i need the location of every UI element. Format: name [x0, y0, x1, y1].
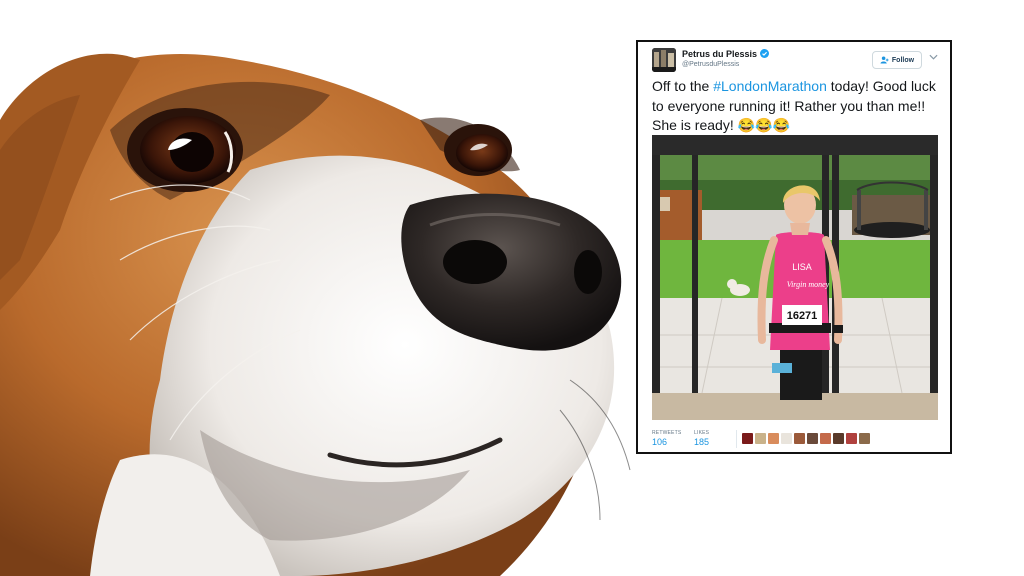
add-user-icon [880, 56, 889, 64]
tweet-body: Petrus du Plessis @PetrusduPlessis Follo… [638, 42, 950, 452]
display-name[interactable]: Petrus du Plessis [682, 49, 770, 59]
display-name-text[interactable]: Petrus du Plessis [682, 49, 757, 59]
follow-button-label: Follow [891, 56, 915, 64]
retweets-label: RETWEETS [652, 430, 682, 436]
avatar[interactable] [652, 48, 676, 72]
dog-photo [0, 53, 631, 576]
user-handle[interactable]: @PetrusduPlessis [682, 61, 739, 68]
liker-avatar[interactable] [846, 433, 857, 444]
tweet-text-before: Off to the [652, 78, 714, 94]
liker-avatar[interactable] [859, 433, 870, 444]
tweet-text: Off to the #LondonMarathon today! Good l… [652, 77, 948, 136]
stats-divider [736, 430, 737, 448]
liker-avatar[interactable] [807, 433, 818, 444]
chevron-down-icon[interactable] [929, 54, 938, 60]
verified-badge-icon [760, 49, 770, 58]
liker-avatar[interactable] [755, 433, 766, 444]
tweet-photo[interactable]: 16271 LISA Virgin money [652, 135, 938, 420]
liker-avatars [742, 433, 870, 444]
likes-count[interactable]: 185 [694, 437, 709, 447]
shirt-name: LISA [792, 262, 812, 272]
bib-number: 16271 [787, 310, 818, 322]
tweet-card: Petrus du Plessis @PetrusduPlessis Follo… [636, 40, 952, 454]
shirt-sponsor: Virgin money [787, 280, 830, 289]
liker-avatar[interactable] [833, 433, 844, 444]
likes-label: LIKES [694, 430, 710, 436]
hashtag-link[interactable]: #LondonMarathon [713, 78, 827, 94]
liker-avatar[interactable] [781, 433, 792, 444]
liker-avatar[interactable] [742, 433, 753, 444]
liker-avatar[interactable] [820, 433, 831, 444]
liker-avatar[interactable] [768, 433, 779, 444]
liker-avatar[interactable] [794, 433, 805, 444]
retweets-count[interactable]: 106 [652, 437, 667, 447]
follow-button[interactable]: Follow [872, 51, 922, 69]
